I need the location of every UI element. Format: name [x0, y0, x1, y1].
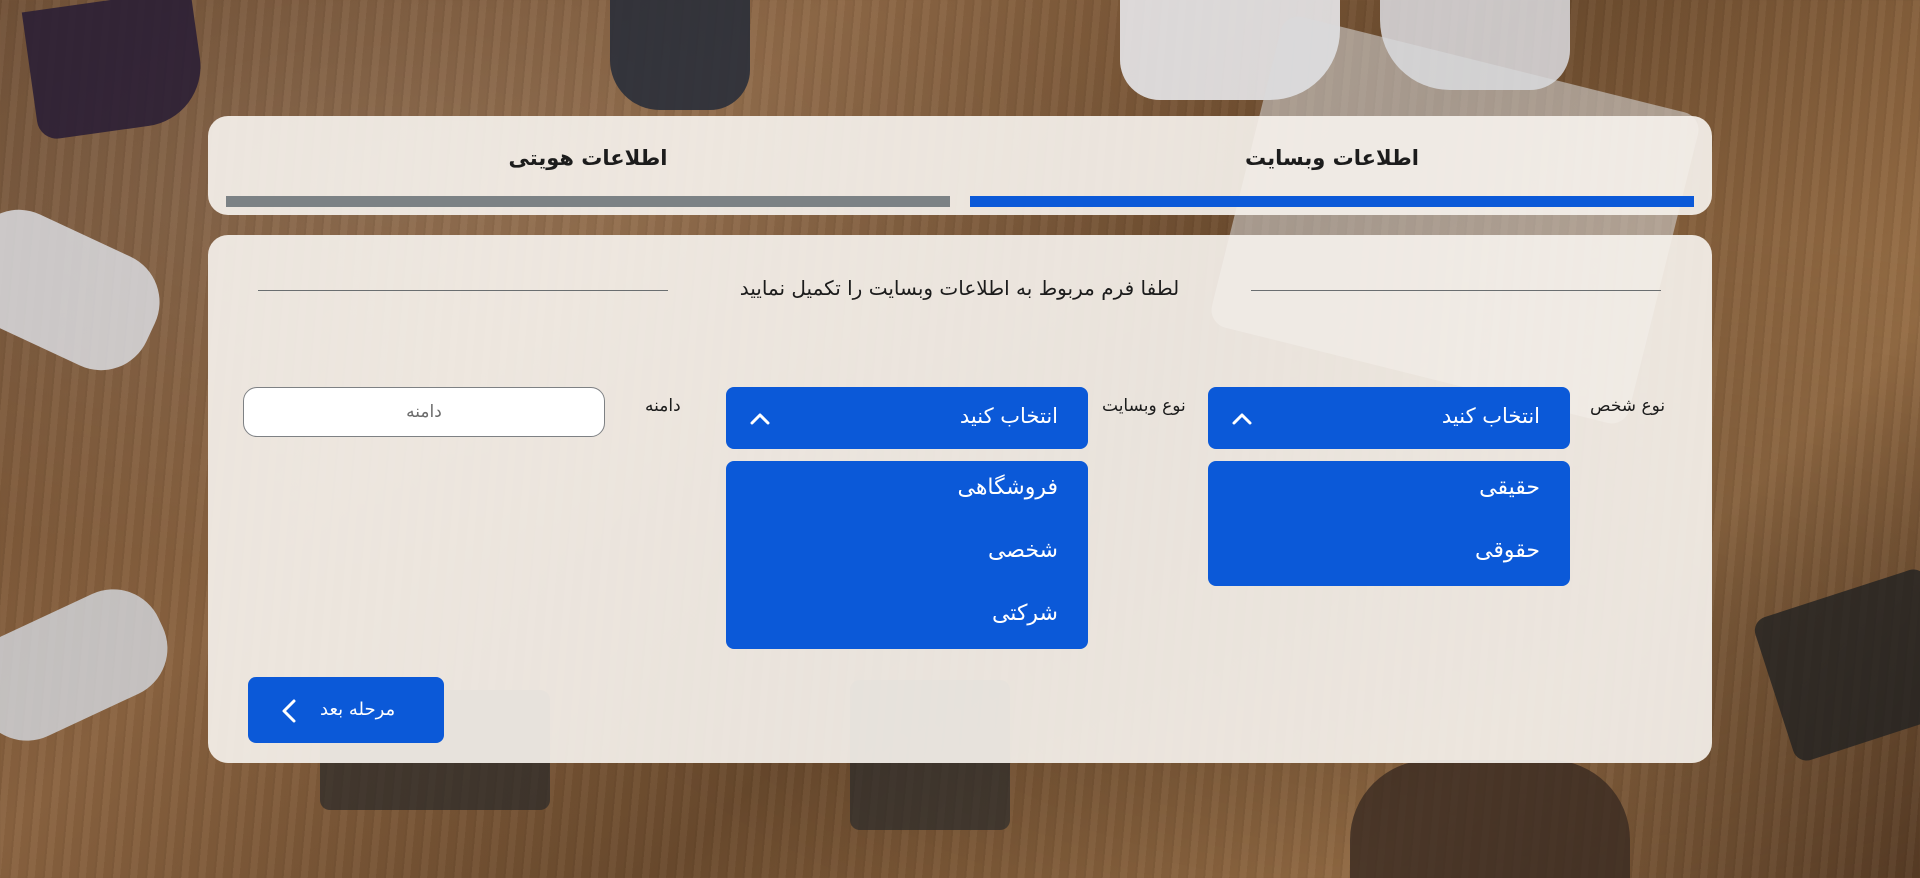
chevron-up-icon	[1232, 413, 1252, 425]
step-website-progress-bar	[970, 196, 1694, 207]
website-type-options-list: فروشگاهی شخصی شرکتی	[726, 461, 1088, 649]
domain-label: دامنه	[645, 396, 681, 416]
background-person-sleeve	[21, 0, 209, 142]
website-type-label: نوع وبسایت	[1102, 396, 1186, 416]
step-website-info[interactable]: اطلاعات وبسایت	[970, 116, 1694, 215]
step-identity-progress-bar	[226, 196, 950, 207]
step-website-title: اطلاعات وبسایت	[1245, 146, 1419, 170]
person-type-option-haghighi[interactable]: حقیقی	[1479, 475, 1540, 500]
heading-divider-left	[258, 290, 668, 291]
next-step-label: مرحله بعد	[320, 699, 396, 720]
person-type-option-hoghoghi[interactable]: حقوقی	[1475, 538, 1540, 563]
background-hands	[1350, 760, 1630, 878]
chevron-up-icon	[750, 413, 770, 425]
website-info-form: لطفا فرم مربوط به اطلاعات وبسایت را تکمی…	[208, 235, 1712, 763]
background-person-sleeve	[610, 0, 750, 110]
next-step-button[interactable]: مرحله بعد	[248, 677, 444, 743]
chevron-left-icon	[282, 699, 296, 723]
steps-progress-panel: اطلاعات وبسایت اطلاعات هویتی	[208, 116, 1712, 215]
step-identity-title: اطلاعات هویتی	[508, 146, 668, 170]
heading-divider-right	[1251, 290, 1661, 291]
website-type-option-shop[interactable]: فروشگاهی	[957, 475, 1058, 500]
website-type-option-company[interactable]: شرکتی	[992, 601, 1058, 626]
background-tablet	[1751, 565, 1920, 765]
website-type-selected-value: انتخاب کنید	[959, 404, 1058, 428]
website-type-select[interactable]: انتخاب کنید	[726, 387, 1088, 449]
person-type-label: نوع شخص	[1590, 396, 1666, 416]
person-type-selected-value: انتخاب کنید	[1441, 404, 1540, 428]
step-identity-info[interactable]: اطلاعات هویتی	[226, 116, 950, 215]
person-type-select[interactable]: انتخاب کنید	[1208, 387, 1570, 449]
background-person-sleeve	[1380, 0, 1570, 90]
background-person-arm	[0, 193, 176, 387]
form-heading: لطفا فرم مربوط به اطلاعات وبسایت را تکمی…	[739, 276, 1180, 300]
person-type-options-list: حقیقی حقوقی	[1208, 461, 1570, 586]
website-type-option-personal[interactable]: شخصی	[988, 538, 1058, 563]
background-person-arm	[0, 572, 184, 758]
background-person-sleeve	[1120, 0, 1340, 100]
domain-input[interactable]	[243, 387, 605, 437]
